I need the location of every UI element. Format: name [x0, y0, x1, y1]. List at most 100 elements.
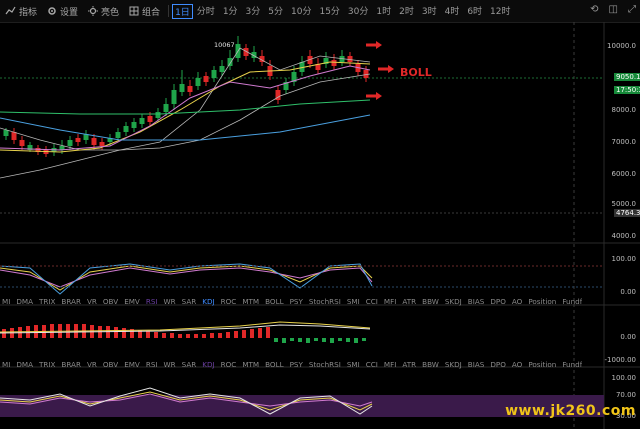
color-mode-button[interactable]: 亮色 [83, 5, 124, 18]
macd-bar [306, 338, 310, 343]
candle-body [179, 84, 185, 92]
fullscreen-icon[interactable]: ⤢ [628, 4, 636, 15]
indicator-tab-sar[interactable]: SAR [180, 360, 201, 372]
indicator-tab-position[interactable]: Position [526, 297, 560, 309]
indicator-tab-smi[interactable]: SMI [345, 297, 364, 309]
indicator-tab-kdj[interactable]: KDJ [200, 297, 218, 309]
macd-bar [194, 334, 198, 338]
restore-icon[interactable]: ⟲ [590, 4, 598, 15]
indicator-tab-brar[interactable]: BRAR [59, 297, 85, 309]
indicators-button[interactable]: 指标 [0, 5, 42, 18]
indicator-tab-wr[interactable]: WR [162, 360, 180, 372]
macd-bar [202, 334, 206, 338]
indicator-tab-position[interactable]: Position [526, 360, 560, 372]
indicator-tab-obv[interactable]: OBV [101, 297, 122, 309]
indicator-tab-roc[interactable]: ROC [219, 297, 241, 309]
tab-timeframe[interactable]: 6时 [463, 4, 486, 19]
tab-timeframe[interactable]: 12时 [486, 4, 514, 19]
indicator-tab-cci[interactable]: CCI [364, 297, 382, 309]
indicator-tab-boll[interactable]: BOLL [263, 360, 287, 372]
indicator-tabs-row: MI DMA TRIX BRAR VR OBV EMV RSI WR SAR KDJ ROC MTM BO… [0, 297, 582, 309]
macd-bar [250, 329, 254, 338]
indicator-tab-bias[interactable]: BIAS [466, 297, 489, 309]
indicator-tab-roc[interactable]: ROC [219, 360, 241, 372]
indicator-tab-ao[interactable]: AO [510, 297, 526, 309]
indicator-tab-sar[interactable]: SAR [180, 297, 201, 309]
indicator-tab-mtm[interactable]: MTM [240, 360, 263, 372]
kdj-tick: 100.00 [611, 255, 637, 263]
price-tick: 5000.0 [611, 200, 637, 208]
indicator-tab-bbw[interactable]: BBW [420, 360, 443, 372]
arrow-upper-icon [366, 41, 382, 49]
indicator-tab-smi[interactable]: SMI [345, 360, 364, 372]
indicator-tab-fundflow[interactable]: Fundflow [560, 297, 582, 309]
indicator-tab-mtm[interactable]: MTM [240, 297, 263, 309]
tab-timeframe[interactable]: 1日 [172, 3, 193, 19]
tab-timeframe[interactable]: 1时 [372, 4, 395, 19]
indicator-tab-psy[interactable]: PSY [288, 297, 307, 309]
indicator-tab-emv[interactable]: EMV [122, 360, 144, 372]
tab-timeframe[interactable]: 5分 [264, 4, 287, 19]
indicator-tab-skdj[interactable]: SKDJ [443, 360, 466, 372]
indicator-tab-fundflow[interactable]: Fundflow [560, 360, 582, 372]
tab-timeframe[interactable]: 3分 [242, 4, 265, 19]
toolbar-right: ⟲ ◫ ⤢ [590, 4, 636, 15]
combo-button[interactable]: 组合 [124, 5, 165, 18]
indicator-tab-boll[interactable]: BOLL [263, 297, 287, 309]
indicator-tab-ao[interactable]: AO [510, 360, 526, 372]
indicator-tab-rsi[interactable]: RSI [144, 360, 162, 372]
tab-timeframe[interactable]: 3时 [418, 4, 441, 19]
indicator-tab-psy[interactable]: PSY [288, 360, 307, 372]
indicator-tab-rsi[interactable]: RSI [144, 297, 162, 309]
indicator-tab-stochrsi[interactable]: StochRSI [307, 297, 345, 309]
indicators-label: 指标 [19, 7, 38, 18]
indicator-tab-bbw[interactable]: BBW [420, 297, 443, 309]
settings-button[interactable]: 设置 [42, 5, 83, 18]
color-mode-label: 亮色 [101, 7, 120, 18]
indicator-tab-cci[interactable]: CCI [364, 360, 382, 372]
indicator-tab-skdj[interactable]: SKDJ [443, 297, 466, 309]
tab-timeframe[interactable]: 1分 [219, 4, 242, 19]
boll-lower-band [0, 73, 371, 179]
indicator-tab-emv[interactable]: EMV [122, 297, 144, 309]
macd-bar [266, 327, 270, 338]
indicator-tab-bias[interactable]: BIAS [466, 360, 489, 372]
tab-timeframe[interactable]: 10分 [287, 4, 315, 19]
indicator-tab-mi[interactable]: MI [0, 297, 14, 309]
tab-timeframe[interactable]: 4时 [441, 4, 464, 19]
price-tick: 8000.0 [611, 106, 637, 114]
kdj-j-line [0, 263, 373, 295]
toolbar: 指标 设置 亮色 组合 1日 分时 1分 3分 5分 10分 15分 30分 1时 2时 3时 4时 6… [0, 0, 640, 23]
tab-timeframe[interactable]: 30分 [344, 4, 372, 19]
indicator-tab-atr[interactable]: ATR [400, 297, 420, 309]
tab-timeframe[interactable]: 2时 [395, 4, 418, 19]
macd-bar [186, 334, 190, 338]
indicator-tab-vr[interactable]: VR [85, 360, 101, 372]
indicator-tab-trix[interactable]: TRIX [37, 360, 59, 372]
indicator-tab-obv[interactable]: OBV [101, 360, 122, 372]
indicator-tab-mfi[interactable]: MFI [382, 297, 400, 309]
indicator-tab-dma[interactable]: DMA [14, 297, 37, 309]
indicator-tab-dpo[interactable]: DPO [488, 360, 510, 372]
current-price-tag: 9050.1 [614, 73, 640, 81]
candle-body [227, 58, 233, 66]
indicator-tab-wr[interactable]: WR [162, 297, 180, 309]
indicator-tabs-row: MI DMA TRIX BRAR VR OBV EMV RSI WR SAR KDJ ROC MTM BO… [0, 360, 582, 372]
indicator-tab-dpo[interactable]: DPO [488, 297, 510, 309]
indicator-tab-dma[interactable]: DMA [14, 360, 37, 372]
indicator-tab-mfi[interactable]: MFI [382, 360, 400, 372]
screenshot-icon[interactable]: ◫ [609, 4, 618, 15]
indicator-tab-stochrsi[interactable]: StochRSI [307, 360, 345, 372]
indicator-tab-atr[interactable]: ATR [400, 360, 420, 372]
tab-timeframe[interactable]: 15分 [315, 4, 343, 19]
rsi-tick: 100.00 [611, 374, 637, 382]
indicator-tab-brar[interactable]: BRAR [59, 360, 85, 372]
indicator-tab-vr[interactable]: VR [85, 297, 101, 309]
indicator-tab-kdj[interactable]: KDJ [200, 360, 218, 372]
indicator-tab-trix[interactable]: TRIX [37, 297, 59, 309]
macd-bar [234, 331, 238, 338]
indicator-tab-mi[interactable]: MI [0, 360, 14, 372]
macd-bar [274, 338, 278, 342]
tab-timeframe[interactable]: 分时 [193, 4, 219, 19]
macd-bar [162, 333, 166, 338]
